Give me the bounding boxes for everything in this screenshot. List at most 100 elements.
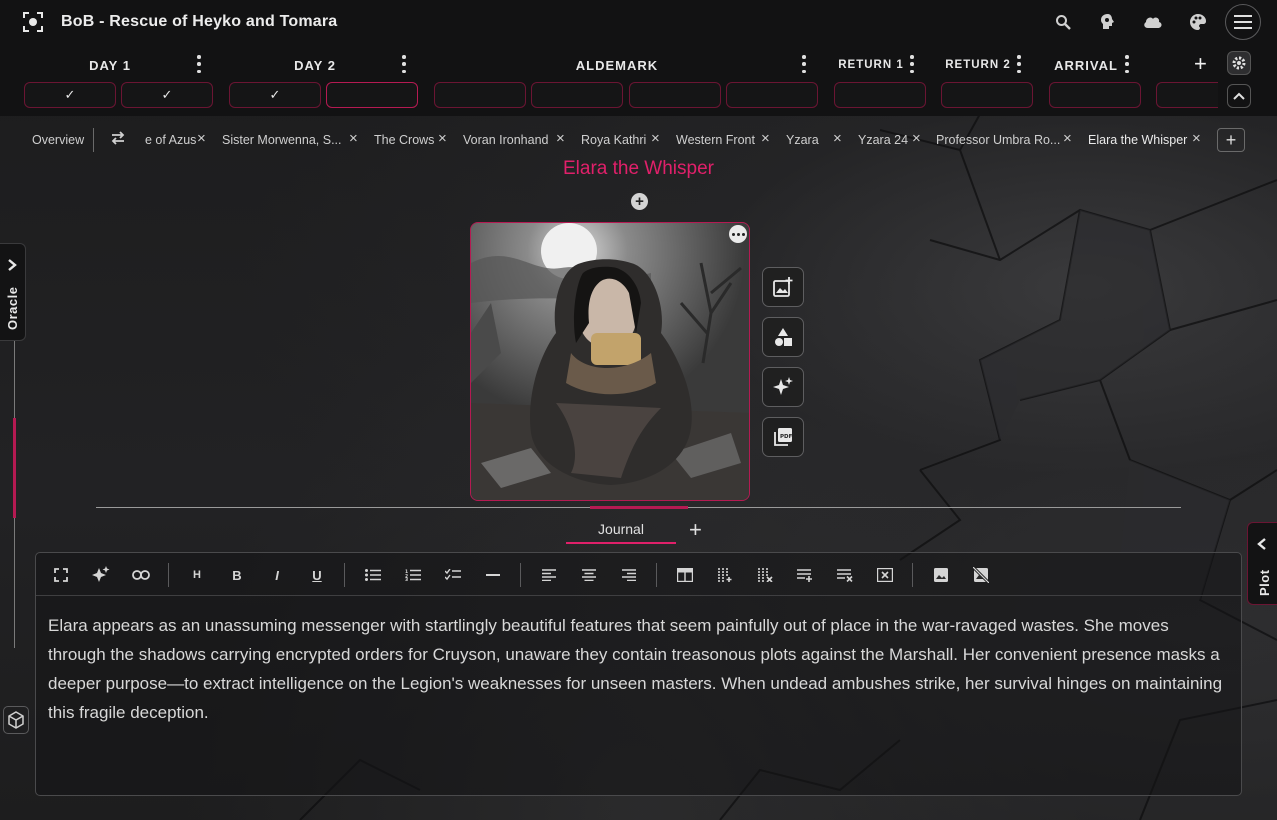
session-title-day-2[interactable]: DAY 2 bbox=[275, 54, 355, 76]
add-column-icon[interactable] bbox=[714, 564, 736, 586]
tab-item[interactable]: e of Azus bbox=[145, 133, 196, 147]
generate-button[interactable] bbox=[762, 367, 804, 407]
add-session-button[interactable]: + bbox=[1194, 53, 1207, 75]
add-row-icon[interactable] bbox=[794, 564, 816, 586]
close-icon[interactable]: × bbox=[1192, 130, 1201, 147]
kebab-menu-icon[interactable] bbox=[196, 55, 202, 73]
close-icon[interactable]: × bbox=[1063, 130, 1072, 147]
tab-item[interactable]: Roya Kathri bbox=[581, 133, 646, 147]
close-icon[interactable]: × bbox=[912, 130, 921, 147]
kebab-menu-icon[interactable] bbox=[1016, 55, 1022, 73]
kebab-menu-icon[interactable] bbox=[801, 55, 807, 73]
tab-divider bbox=[93, 128, 94, 152]
heading-button[interactable]: H bbox=[186, 564, 208, 586]
menu-button[interactable] bbox=[1225, 4, 1261, 40]
session-title-return-2[interactable]: RETURN 2 bbox=[943, 54, 1013, 76]
add-page-button[interactable]: + bbox=[689, 517, 702, 543]
session-slot[interactable] bbox=[834, 82, 926, 108]
close-icon[interactable]: × bbox=[197, 130, 206, 147]
table-icon[interactable] bbox=[674, 564, 696, 586]
session-slot[interactable]: ✓ bbox=[24, 82, 116, 108]
plot-panel-toggle[interactable]: Plot bbox=[1247, 522, 1277, 605]
entity-tabs: Overview e of Azus × Sister Morwenna, S.… bbox=[0, 126, 1277, 156]
ai-sparkle-icon[interactable] bbox=[90, 564, 112, 586]
close-icon[interactable]: × bbox=[556, 130, 565, 147]
session-title-day-1[interactable]: DAY 1 bbox=[70, 54, 150, 76]
delete-column-icon[interactable] bbox=[754, 564, 776, 586]
bullet-list-icon[interactable] bbox=[362, 564, 384, 586]
close-icon[interactable]: × bbox=[833, 130, 842, 147]
add-image-icon bbox=[773, 277, 793, 297]
tab-journal[interactable]: Journal bbox=[566, 519, 676, 544]
palette-icon[interactable] bbox=[1187, 11, 1209, 33]
checklist-icon[interactable] bbox=[442, 564, 464, 586]
toolbar-separator bbox=[168, 563, 169, 587]
swap-icon[interactable] bbox=[110, 131, 126, 148]
session-title-arrival[interactable]: ARRIVAL bbox=[1050, 54, 1122, 76]
session-slot[interactable]: ✓ bbox=[121, 82, 213, 108]
entity-title[interactable]: Elara the Whisper bbox=[0, 158, 1277, 180]
tab-item-active[interactable]: Elara the Whisper bbox=[1088, 133, 1187, 147]
tab-item[interactable]: Voran Ironhand bbox=[463, 133, 549, 147]
menu-icon bbox=[1234, 15, 1252, 29]
brain-icon[interactable] bbox=[1097, 11, 1119, 33]
tab-item[interactable]: Yzara bbox=[786, 133, 819, 147]
add-image-button[interactable] bbox=[762, 267, 804, 307]
tab-item[interactable]: The Crows bbox=[374, 133, 434, 147]
session-slot[interactable] bbox=[1156, 82, 1218, 108]
tab-item[interactable]: Western Front bbox=[676, 133, 755, 147]
search-icon[interactable] bbox=[1052, 11, 1074, 33]
cube-button[interactable] bbox=[3, 706, 29, 734]
scroll-indicator[interactable] bbox=[13, 418, 16, 518]
session-slot[interactable] bbox=[434, 82, 526, 108]
remove-image-icon[interactable] bbox=[970, 564, 992, 586]
tab-item[interactable]: Yzara 24 bbox=[858, 133, 908, 147]
settings-button[interactable] bbox=[1227, 51, 1251, 75]
session-slot[interactable] bbox=[326, 82, 418, 108]
add-tab-button[interactable]: + bbox=[1217, 128, 1245, 152]
session-slot[interactable] bbox=[629, 82, 721, 108]
pdf-button[interactable]: PDF bbox=[762, 417, 804, 457]
session-slot[interactable] bbox=[531, 82, 623, 108]
shapes-button[interactable] bbox=[762, 317, 804, 357]
chevron-left-icon bbox=[1257, 538, 1266, 550]
more-options-icon[interactable] bbox=[729, 225, 747, 243]
fullscreen-icon[interactable] bbox=[50, 564, 72, 586]
tab-overview[interactable]: Overview bbox=[32, 133, 84, 147]
kebab-menu-icon[interactable] bbox=[909, 55, 915, 73]
align-center-icon[interactable] bbox=[578, 564, 600, 586]
close-icon[interactable]: × bbox=[349, 130, 358, 147]
cloud-icon[interactable] bbox=[1142, 11, 1164, 33]
delete-row-icon[interactable] bbox=[834, 564, 856, 586]
horizontal-rule-icon[interactable] bbox=[482, 564, 504, 586]
session-title-aldemark[interactable]: ALDEMARK bbox=[557, 54, 677, 76]
tab-item[interactable]: Professor Umbra Ro... bbox=[936, 133, 1060, 147]
add-circle-icon[interactable]: + bbox=[631, 193, 648, 210]
session-slot[interactable] bbox=[941, 82, 1033, 108]
numbered-list-icon[interactable]: 123 bbox=[402, 564, 424, 586]
entity-portrait[interactable] bbox=[470, 222, 750, 501]
close-icon[interactable]: × bbox=[438, 130, 447, 147]
close-icon[interactable]: × bbox=[761, 130, 770, 147]
align-right-icon[interactable] bbox=[618, 564, 640, 586]
delete-table-icon[interactable] bbox=[874, 564, 896, 586]
italic-button[interactable]: I bbox=[266, 564, 288, 586]
focus-icon[interactable] bbox=[23, 12, 43, 32]
kebab-menu-icon[interactable] bbox=[401, 55, 407, 73]
session-slot[interactable] bbox=[1049, 82, 1141, 108]
kebab-menu-icon[interactable] bbox=[1124, 55, 1130, 73]
collapse-sessions-button[interactable] bbox=[1227, 84, 1251, 108]
close-icon[interactable]: × bbox=[651, 130, 660, 147]
link-icon[interactable] bbox=[130, 564, 152, 586]
insert-image-icon[interactable] bbox=[930, 564, 952, 586]
session-slot[interactable] bbox=[726, 82, 818, 108]
gear-icon bbox=[1232, 56, 1246, 70]
oracle-panel-toggle[interactable]: Oracle bbox=[0, 243, 26, 341]
session-title-return-1[interactable]: RETURN 1 bbox=[836, 54, 906, 76]
align-left-icon[interactable] bbox=[538, 564, 560, 586]
tab-item[interactable]: Sister Morwenna, S... bbox=[222, 133, 342, 147]
underline-button[interactable]: U bbox=[306, 564, 328, 586]
journal-text[interactable]: Elara appears as an unassuming messenger… bbox=[48, 611, 1228, 727]
bold-button[interactable]: B bbox=[226, 564, 248, 586]
session-slot[interactable]: ✓ bbox=[229, 82, 321, 108]
